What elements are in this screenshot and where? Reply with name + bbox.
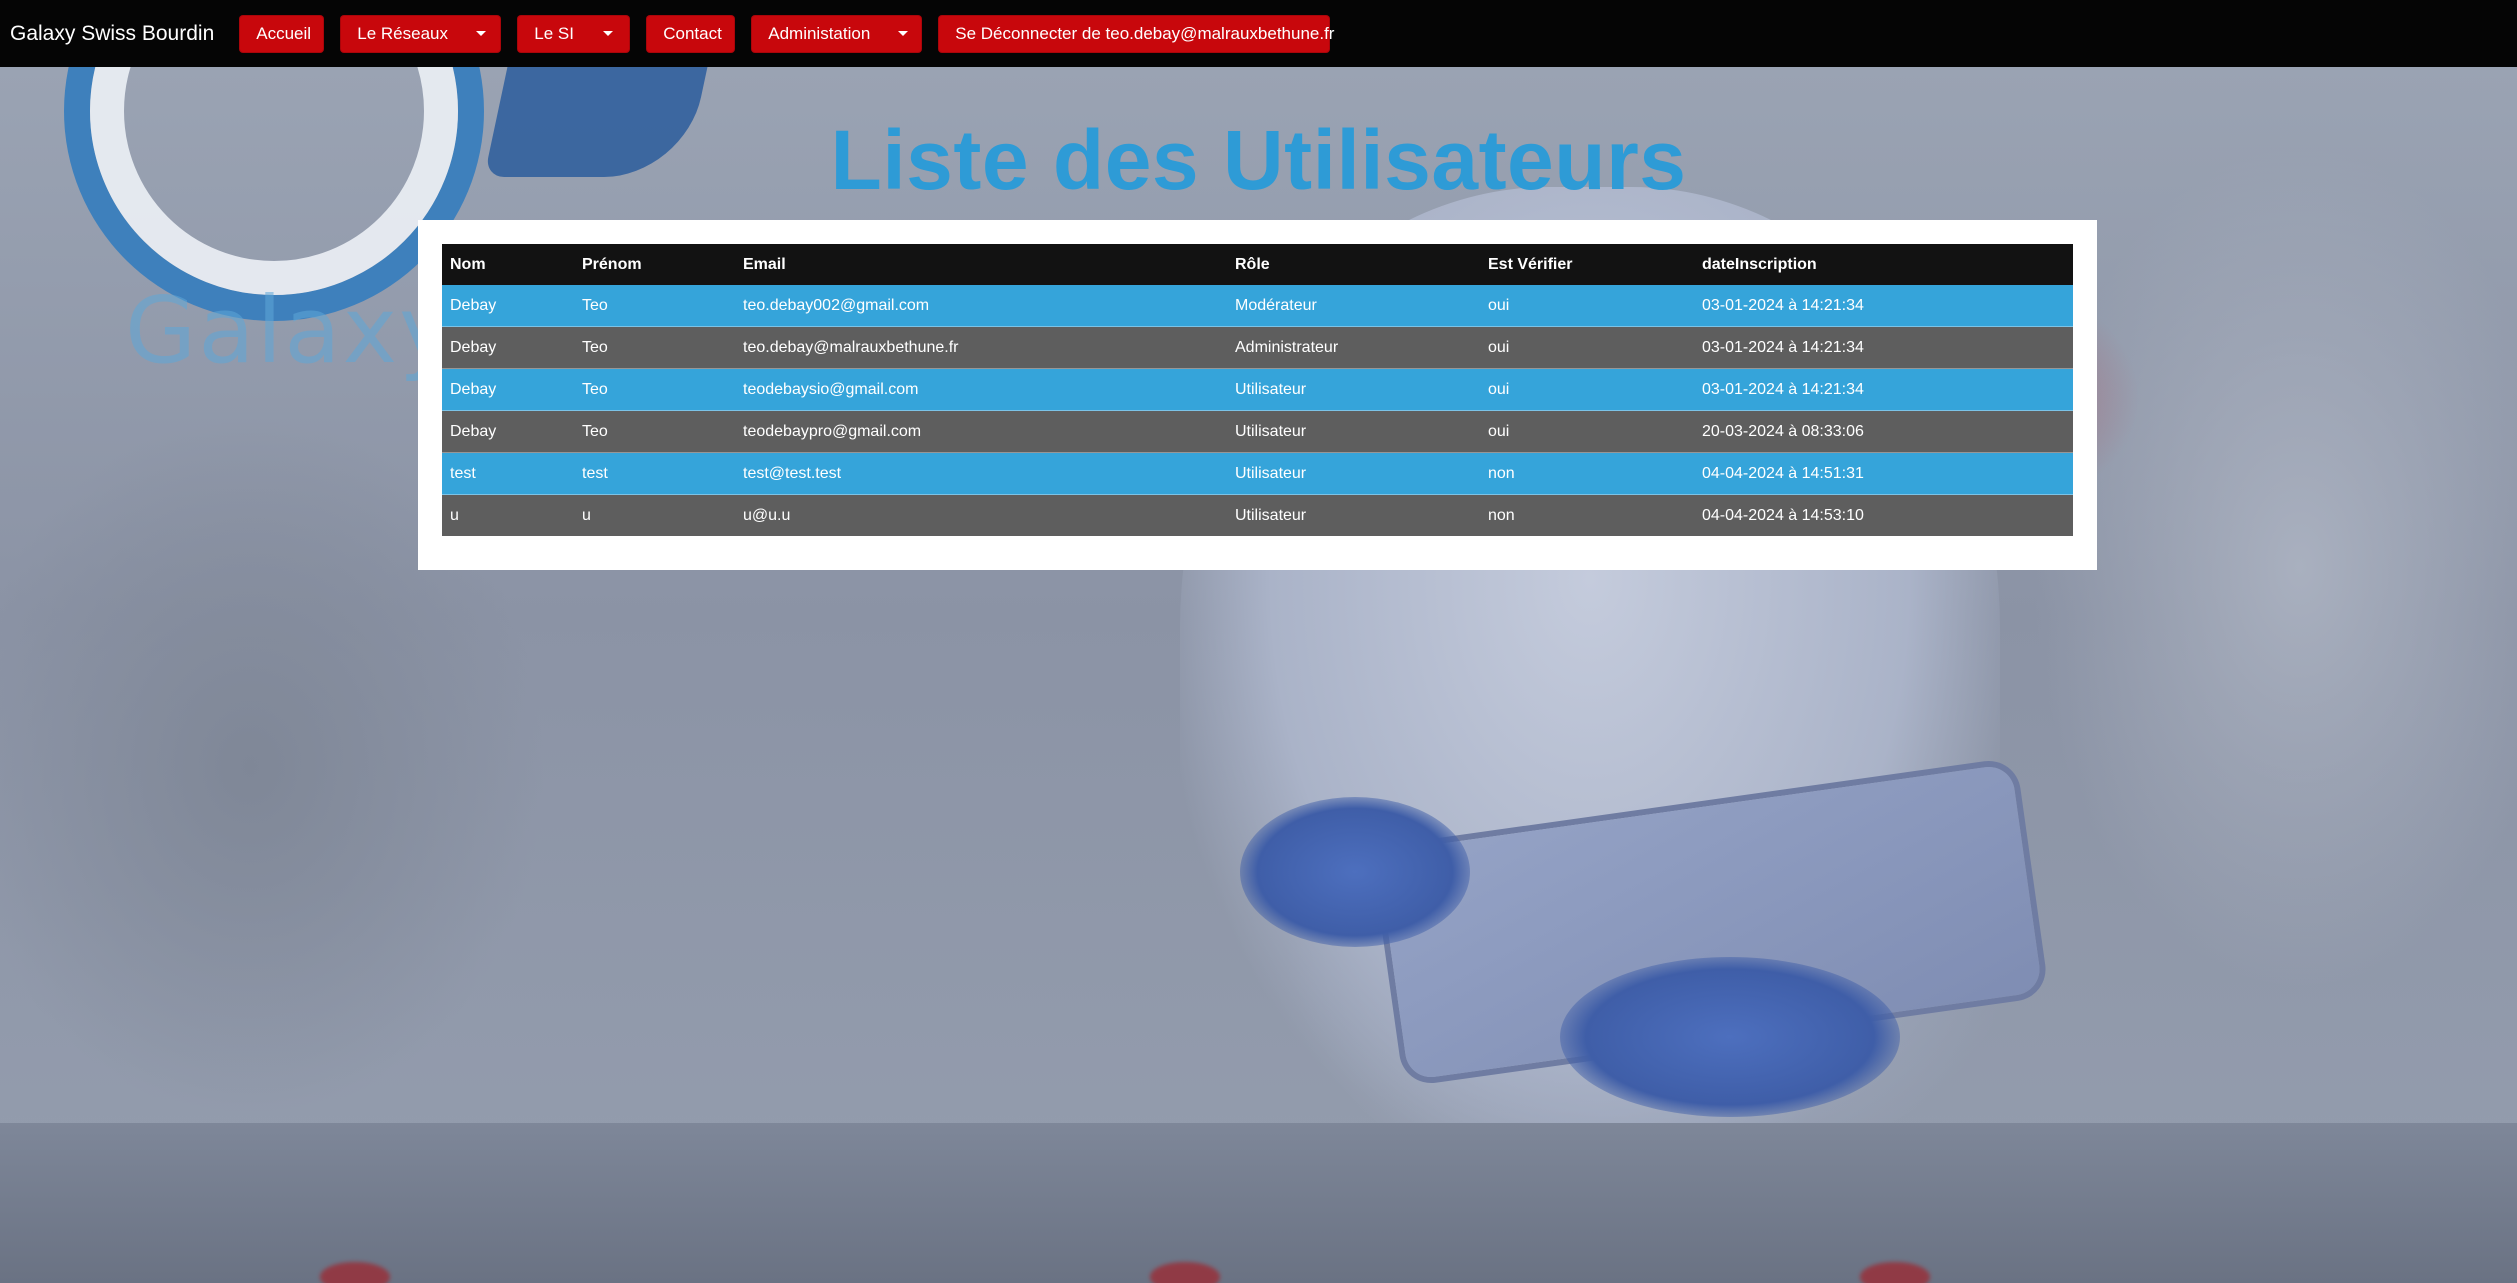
cell-date-inscription: 04-04-2024 à 14:53:10 xyxy=(1694,494,2073,536)
column-header-date-inscription: dateInscription xyxy=(1702,255,1817,273)
cell-est-verifier: oui xyxy=(1488,296,1510,314)
cell-prenom: Teo xyxy=(574,410,735,453)
cell-email: u@u.u xyxy=(735,494,1227,536)
cell-role: Utilisateur xyxy=(1227,368,1480,411)
table-header-row: Nom Prénom Email Rôle Est Vérifier dateI… xyxy=(442,244,2073,285)
caret-down-icon xyxy=(898,31,909,36)
nav-administration-dropdown[interactable]: Administation xyxy=(751,14,923,53)
nav-accueil-label: Accueil xyxy=(256,23,312,43)
logout-button[interactable]: Se Déconnecter de teo.debay@malrauxbethu… xyxy=(938,14,1334,53)
brand-name[interactable]: Galaxy Swiss Bourdin xyxy=(10,22,214,46)
cell-role: Utilisateur xyxy=(1227,452,1480,495)
cell-nom: Debay xyxy=(442,326,574,369)
cell-email: teo.debay002@gmail.com xyxy=(743,296,930,314)
cell-email: teo.debay@malrauxbethune.fr xyxy=(735,326,1227,369)
cell-email: test@test.test xyxy=(735,452,1227,495)
table-row: Debay Teo teodebaysio@gmail.com Utilisat… xyxy=(442,368,2073,411)
page-title: Liste des Utilisateurs xyxy=(830,113,1687,207)
nav-accueil-button[interactable]: Accueil xyxy=(239,14,325,53)
cell-est-verifier: non xyxy=(1480,494,1694,536)
cell-prenom: Teo xyxy=(574,368,735,411)
cell-nom: Debay xyxy=(442,410,574,453)
cell-est-verifier: oui xyxy=(1480,326,1694,369)
table-row: test test test@test.test Utilisateur non… xyxy=(442,452,2073,495)
nav-administration-label: Administation xyxy=(768,23,871,43)
nav-si-label: Le SI xyxy=(534,23,574,43)
cell-date-inscription: 03-01-2024 à 14:21:34 xyxy=(1694,368,2073,411)
cell-nom: u xyxy=(442,494,574,536)
top-navbar: Galaxy Swiss Bourdin Accueil Le Réseaux … xyxy=(0,0,2517,67)
table-row: Debay Teo teo.debay@malrauxbethune.fr Ad… xyxy=(442,326,2073,369)
cell-est-verifier: oui xyxy=(1480,368,1694,411)
glove-left xyxy=(1240,797,1470,947)
users-table: Nom Prénom Email Rôle Est Vérifier dateI… xyxy=(442,244,2073,536)
cell-nom: test xyxy=(442,452,574,495)
column-header-nom: Nom xyxy=(450,255,486,273)
nav-contact-button[interactable]: Contact xyxy=(646,14,736,53)
cell-prenom: Teo xyxy=(582,296,608,314)
column-header-est-verifier: Est Vérifier xyxy=(1488,255,1573,273)
cell-nom: Debay xyxy=(442,368,574,411)
cell-nom: Debay xyxy=(450,296,497,314)
cell-est-verifier: oui xyxy=(1480,410,1694,453)
nav-reseaux-dropdown[interactable]: Le Réseaux xyxy=(340,14,502,53)
cell-email: teodebaypro@gmail.com xyxy=(735,410,1227,453)
table-row: u u u@u.u Utilisateur non 04-04-2024 à 1… xyxy=(442,494,2073,536)
column-header-email: Email xyxy=(743,255,786,273)
cell-role: Utilisateur xyxy=(1227,410,1480,453)
cell-prenom: test xyxy=(574,452,735,495)
cell-prenom: Teo xyxy=(574,326,735,369)
nav-contact-label: Contact xyxy=(663,23,722,43)
table-row: Debay Teo teo.debay002@gmail.com Modérat… xyxy=(442,285,2073,327)
column-header-prenom: Prénom xyxy=(582,255,642,273)
cell-est-verifier: non xyxy=(1480,452,1694,495)
table-row: Debay Teo teodebaypro@gmail.com Utilisat… xyxy=(442,410,2073,453)
cell-role: Utilisateur xyxy=(1227,494,1480,536)
glove-right xyxy=(1560,957,1900,1117)
lower-background-band xyxy=(0,1123,2517,1283)
nav-si-dropdown[interactable]: Le SI xyxy=(517,14,631,53)
cell-role: Modérateur xyxy=(1235,296,1317,314)
cell-date-inscription: 03-01-2024 à 14:21:34 xyxy=(1702,296,1864,314)
cell-role: Administrateur xyxy=(1227,326,1480,369)
cell-date-inscription: 03-01-2024 à 14:21:34 xyxy=(1694,326,2073,369)
logout-label: Se Déconnecter de teo.debay@malrauxbethu… xyxy=(955,23,1335,43)
cell-date-inscription: 20-03-2024 à 08:33:06 xyxy=(1694,410,2073,453)
column-header-role: Rôle xyxy=(1235,255,1270,273)
cell-prenom: u xyxy=(574,494,735,536)
caret-down-icon xyxy=(475,31,486,36)
nav-reseaux-label: Le Réseaux xyxy=(357,23,448,43)
caret-down-icon xyxy=(603,31,614,36)
cell-date-inscription: 04-04-2024 à 14:51:31 xyxy=(1694,452,2073,495)
users-table-panel: Nom Prénom Email Rôle Est Vérifier dateI… xyxy=(418,220,2097,570)
cell-email: teodebaysio@gmail.com xyxy=(735,368,1227,411)
